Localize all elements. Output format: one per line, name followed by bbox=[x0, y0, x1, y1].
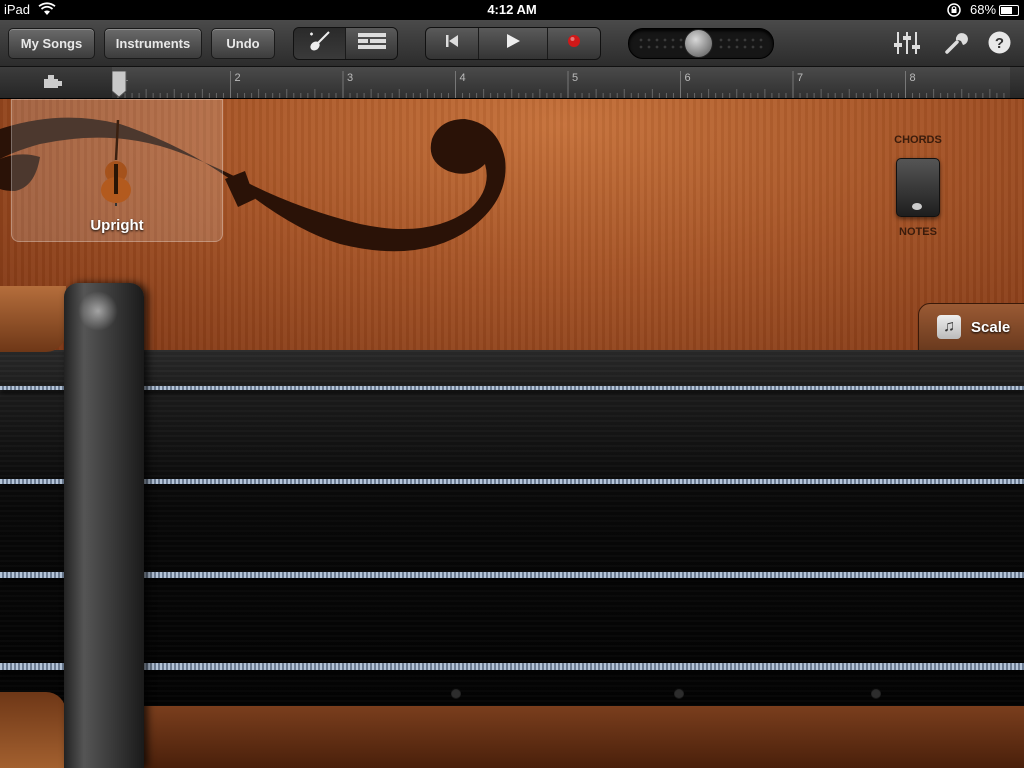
transport-controls bbox=[425, 27, 601, 60]
bass-string-4[interactable] bbox=[0, 663, 1024, 670]
rotation-lock-icon bbox=[946, 2, 962, 21]
scale-label: Scale bbox=[971, 319, 1011, 336]
ruler-track[interactable]: 12345678 bbox=[111, 67, 1010, 98]
fret-marker-dot bbox=[674, 688, 684, 698]
ruler-bar-number: 3 bbox=[347, 72, 354, 84]
fret-marker-dot bbox=[871, 688, 881, 698]
instruments-button[interactable]: Instruments bbox=[104, 28, 202, 59]
ruler-bar-number: 4 bbox=[459, 72, 466, 84]
ruler-bar-number: 2 bbox=[234, 72, 241, 84]
play-icon bbox=[505, 33, 521, 54]
track-settings-icon[interactable] bbox=[42, 73, 64, 96]
switch-knob bbox=[912, 203, 922, 210]
master-volume-slider[interactable] bbox=[628, 28, 774, 59]
tracks-view-icon bbox=[357, 32, 387, 55]
upright-bass-icon bbox=[96, 119, 136, 211]
headstock-top bbox=[0, 286, 66, 352]
mixer-icon[interactable] bbox=[893, 31, 921, 60]
music-note-icon: ♫ bbox=[937, 315, 961, 339]
rewind-to-start-icon bbox=[444, 34, 460, 53]
playhead[interactable] bbox=[111, 70, 128, 102]
fretboard[interactable] bbox=[0, 350, 1024, 706]
ruler-bar-number: 5 bbox=[572, 72, 579, 84]
record-icon bbox=[567, 34, 581, 53]
toolbar: My Songs Instruments Undo ? bbox=[0, 20, 1024, 67]
instrument-name: Upright bbox=[90, 217, 144, 234]
ruler-bar-number: 6 bbox=[684, 72, 691, 84]
view-toggle bbox=[293, 27, 398, 60]
bass-string-1[interactable] bbox=[0, 386, 1024, 390]
timeline-ruler[interactable]: 12345678 bbox=[0, 67, 1024, 99]
battery-icon bbox=[999, 5, 1019, 16]
help-icon[interactable]: ? bbox=[988, 31, 1011, 59]
bass-string-2[interactable] bbox=[0, 479, 1024, 484]
svg-text:?: ? bbox=[995, 35, 1004, 52]
undo-button[interactable]: Undo bbox=[211, 28, 275, 59]
chords-label: CHORDS bbox=[894, 134, 942, 146]
headstock-bottom bbox=[0, 692, 66, 768]
volume-knob[interactable] bbox=[684, 29, 713, 58]
rewind-button[interactable] bbox=[426, 28, 479, 59]
wrench-icon[interactable] bbox=[944, 31, 968, 60]
my-songs-button[interactable]: My Songs bbox=[8, 28, 95, 59]
clock: 4:12 AM bbox=[487, 2, 537, 17]
scale-button[interactable]: ♫ Scale bbox=[918, 303, 1024, 351]
guitar-view-icon bbox=[307, 30, 333, 57]
fret-marker-dot bbox=[451, 688, 461, 698]
tracks-view-button[interactable] bbox=[346, 28, 397, 59]
status-bar: iPad 4:12 AM 68% bbox=[0, 0, 1024, 20]
instrument-body-bottom bbox=[0, 706, 1024, 768]
bass-nut bbox=[64, 283, 144, 768]
bass-string-3[interactable] bbox=[0, 572, 1024, 578]
record-button[interactable] bbox=[548, 28, 600, 59]
instrument-view-button[interactable] bbox=[294, 28, 346, 59]
chords-notes-switch[interactable] bbox=[896, 158, 940, 217]
ruler-bar-number: 8 bbox=[909, 72, 916, 84]
instrument-selector[interactable]: Upright bbox=[11, 99, 223, 242]
battery-percentage: 68% bbox=[970, 2, 997, 17]
ruler-bar-number: 7 bbox=[797, 72, 804, 84]
play-button[interactable] bbox=[479, 28, 548, 59]
notes-label: NOTES bbox=[899, 226, 937, 238]
